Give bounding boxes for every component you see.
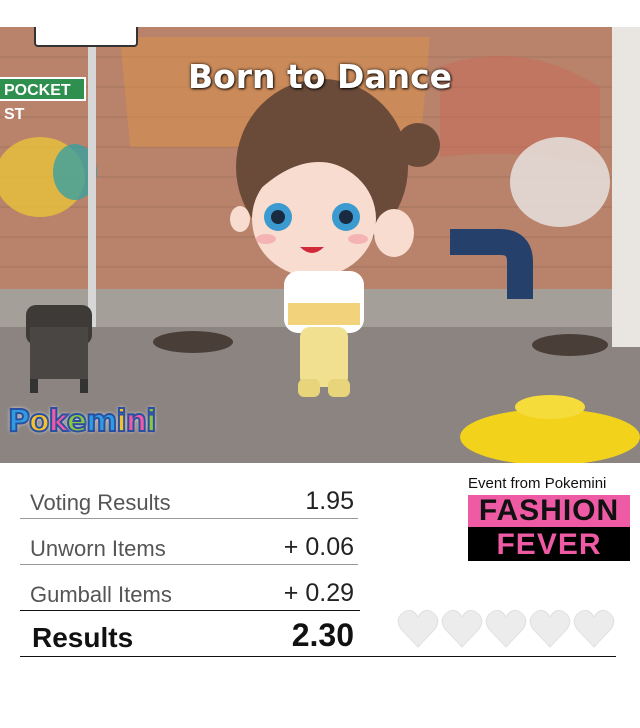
row-label: Unworn Items [30,536,166,561]
outfit-title: Born to Dance [187,57,453,96]
event-badge-line2: FEVER [468,527,630,561]
event-source-text: Event from Pokemini [468,475,607,492]
divider [20,656,616,657]
row-label: Gumball Items [30,582,172,607]
row-gumball-items: Gumball Items + 0.29 [20,564,358,610]
heart-rating [396,607,618,651]
one-way-sign [34,27,138,47]
row-voting-results: Voting Results 1.95 [20,482,358,519]
heart-icon [397,609,439,648]
pokemini-logo: Pokemini [7,403,157,440]
row-value: 1.95 [305,487,354,515]
total-label: Results [32,622,134,653]
row-value: + 0.29 [283,579,354,607]
row-label: Voting Results [30,490,171,515]
event-badge-line1: FASHION [468,495,630,527]
heart-icon [441,609,483,648]
heart-icon [573,609,615,648]
row-value: + 0.06 [283,533,354,561]
heart-icon [485,609,527,648]
total-value: 2.30 [291,617,354,653]
heart-icon [529,609,571,648]
scene-image: POCKET ST Born to Dance [0,27,640,463]
row-unworn-items: Unworn Items + 0.06 [20,518,358,565]
row-total-results: Results 2.30 [20,611,358,656]
